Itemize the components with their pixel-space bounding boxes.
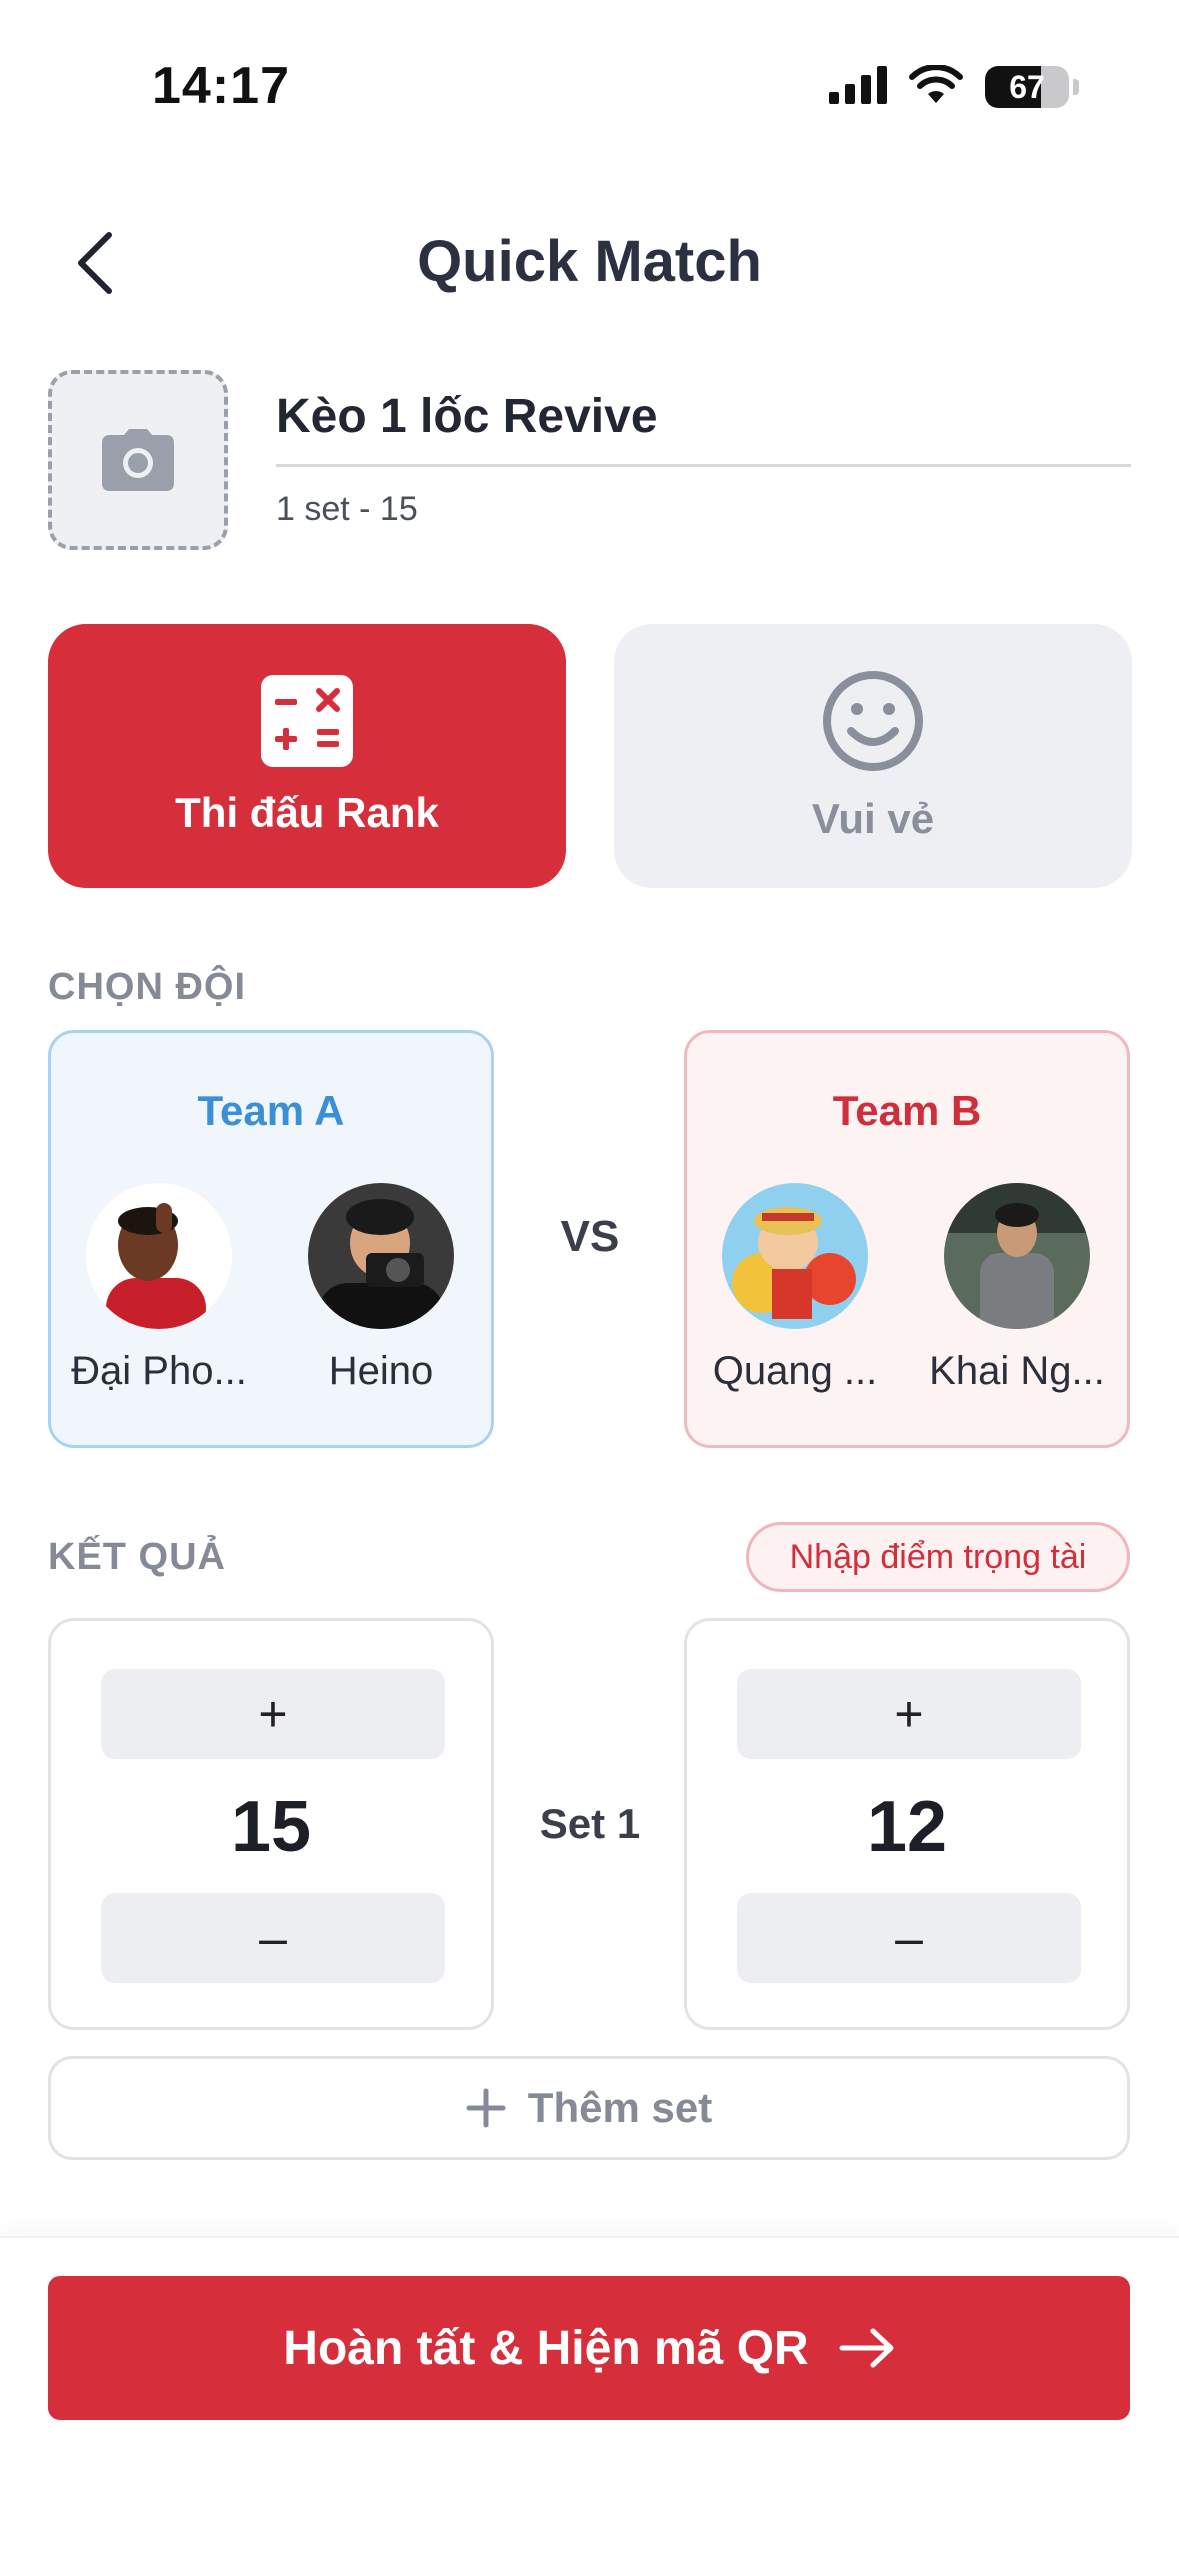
status-time: 14:17: [152, 57, 290, 115]
arrow-right-icon: [839, 2328, 894, 2368]
status-icons: 67: [829, 62, 1079, 112]
player-name: Khai Ng...: [929, 1349, 1105, 1393]
smiley-icon: [823, 671, 923, 771]
team-a-card[interactable]: Team A Đại Pho... Heino: [48, 1030, 494, 1448]
battery-nub: [1073, 79, 1079, 95]
team-b-card[interactable]: Team B Quang ... Khai Ng...: [684, 1030, 1130, 1448]
wifi-icon: [909, 63, 963, 110]
vs-label: VS: [560, 1212, 620, 1261]
player-name: Heino: [328, 1349, 434, 1393]
team-b-score: 12: [866, 1787, 948, 1867]
team-b-name: Team B: [832, 1087, 982, 1134]
team-b-score-card: + 12 –: [684, 1618, 1130, 2030]
team-b-decrement-button[interactable]: –: [737, 1893, 1081, 1983]
camera-icon: [102, 429, 174, 491]
avatar: [308, 1183, 454, 1329]
signal-icon: [829, 65, 887, 109]
match-format: 1 set - 15: [276, 490, 418, 528]
results-section-label: KẾT QUẢ: [48, 1536, 226, 1578]
teams-section-label: CHỌN ĐỘI: [48, 966, 246, 1008]
mode-rank-label: Thi đấu Rank: [175, 789, 439, 836]
calculator-icon: [261, 675, 353, 767]
team-b-player-1[interactable]: Quang ...: [695, 1183, 895, 1394]
battery-icon: 67: [985, 66, 1069, 108]
add-set-label: Thêm set: [527, 2084, 713, 2131]
mode-rank-button[interactable]: Thi đấu Rank: [48, 624, 566, 888]
status-bar: 14:17 67: [0, 0, 1179, 170]
plus-icon: [466, 2088, 506, 2128]
team-a-decrement-button[interactable]: –: [101, 1893, 445, 1983]
mode-fun-label: Vui vẻ: [811, 795, 935, 842]
avatar: [86, 1183, 232, 1329]
team-a-score: 15: [230, 1787, 312, 1867]
finish-show-qr-button[interactable]: Hoàn tất & Hiện mã QR: [48, 2276, 1130, 2420]
team-b-player-2[interactable]: Khai Ng...: [917, 1183, 1117, 1394]
avatar: [722, 1183, 868, 1329]
avatar: [944, 1183, 1090, 1329]
match-name-input[interactable]: Kèo 1 lốc Revive: [276, 385, 1131, 467]
referee-score-button[interactable]: Nhập điểm trọng tài: [746, 1522, 1130, 1592]
team-b-increment-button[interactable]: +: [737, 1669, 1081, 1759]
bottom-action-bar: Hoàn tất & Hiện mã QR: [0, 2236, 1179, 2556]
battery-level: 67: [1009, 69, 1045, 105]
team-a-player-1[interactable]: Đại Pho...: [59, 1183, 259, 1394]
add-set-button[interactable]: Thêm set: [48, 2056, 1130, 2160]
player-name: Quang ...: [712, 1349, 878, 1393]
finish-button-label: Hoàn tất & Hiện mã QR: [283, 2321, 809, 2375]
team-a-increment-button[interactable]: +: [101, 1669, 445, 1759]
player-name: Đại Pho...: [71, 1349, 247, 1393]
header: Quick Match: [0, 200, 1179, 320]
team-a-score-card: + 15 –: [48, 1618, 494, 2030]
team-a-name: Team A: [197, 1087, 345, 1134]
mode-fun-button[interactable]: Vui vẻ: [614, 624, 1132, 888]
set-label: Set 1: [539, 1800, 641, 1847]
match-photo-button[interactable]: [48, 370, 228, 550]
page-title: Quick Match: [417, 229, 762, 294]
team-a-player-2[interactable]: Heino: [281, 1183, 481, 1394]
